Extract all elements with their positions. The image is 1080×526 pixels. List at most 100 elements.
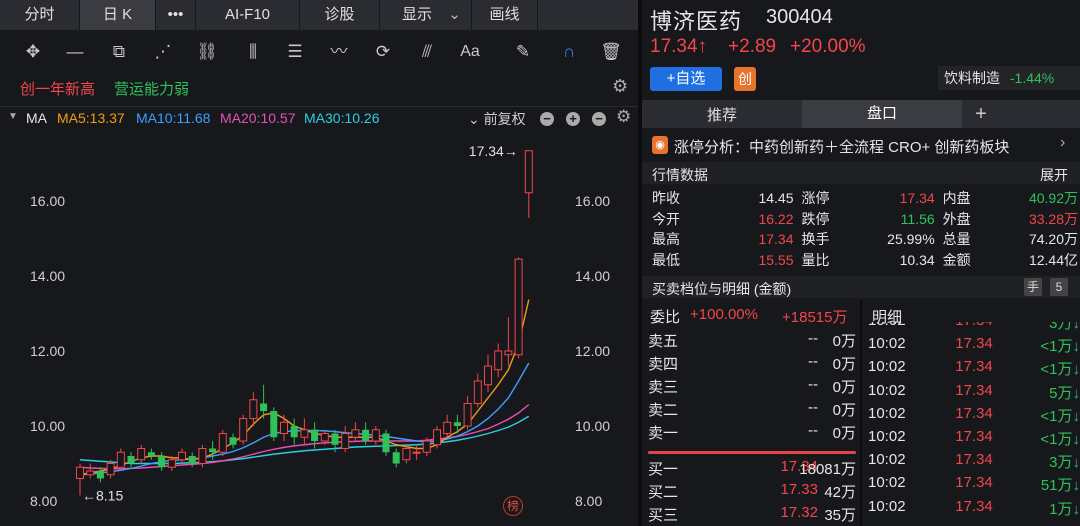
detail-time: 10:02 — [868, 451, 906, 469]
ma30-value: MA30:10.26 — [304, 110, 380, 126]
candle-body — [239, 418, 248, 442]
magnet-icon[interactable]: ∩ — [554, 40, 584, 64]
quote-value: 15.55 — [758, 251, 794, 268]
adjust-dropdown[interactable]: ⌄ 前复权 — [468, 109, 526, 129]
fan-tool-icon[interactable]: ⋰ — [148, 40, 178, 64]
y-tick-right: 16.00 — [575, 193, 610, 209]
limit-up-analysis[interactable]: 涨停分析：中药创新药＋全流程 CRO+ 创新药板块 — [674, 136, 1009, 157]
candle-body — [351, 429, 360, 438]
candle-body — [290, 426, 298, 438]
level-label: 卖二 — [648, 402, 679, 419]
add-watchlist-button[interactable]: +自选 — [650, 67, 722, 91]
bid-ask-bar — [648, 451, 856, 454]
ratio-label: 委比 — [650, 309, 681, 326]
detail-row: 10:02 17.34 3万↓ — [864, 451, 1080, 474]
orderbook-title: 买卖档位与明细 (金额) — [652, 281, 792, 297]
tab-recommend[interactable]: 推荐 — [642, 104, 802, 125]
period-tabbar: 分时 日 K ••• AI-F10 诊股 显示 ⌄ 画线 — [0, 0, 638, 30]
settings-gear-icon[interactable]: ⚙ — [612, 76, 628, 97]
add-tab-icon[interactable]: + — [962, 103, 1000, 126]
candlestick-chart[interactable]: 16.00 16.00 14.00 14.00 12.00 12.00 10.00 10.00… — [0, 130, 638, 526]
detail-price: 17.34 — [955, 451, 993, 469]
candle-body — [86, 470, 95, 476]
quote-expand[interactable]: 展开 — [1040, 165, 1068, 185]
candle-body — [209, 448, 217, 453]
buy-level-row[interactable]: 买二 17.33 42万 — [642, 481, 860, 504]
chevron-down-icon: ⌄ — [448, 6, 461, 23]
level-amount: 0万 — [832, 402, 856, 419]
quote-table: 昨收 14.45 涨停 17.34 内盘 40.92万 今开 16.22 跌停 11.56 外盘 33… — [642, 188, 1080, 270]
detail-volume: <1万↓ — [1040, 430, 1080, 448]
line-tool-icon[interactable]: — — [60, 40, 90, 64]
sell-level-row[interactable]: 卖一 -- 0万 — [642, 422, 860, 445]
candle-body — [320, 433, 329, 442]
level-label: 卖一 — [648, 425, 679, 442]
detail-row: 10:02 17.34 <1万↓ — [864, 428, 1080, 451]
text-tool-icon[interactable]: Aa — [455, 40, 485, 64]
tab-ai-f10[interactable]: AI-F10 — [196, 0, 300, 30]
crop-tool-icon[interactable]: ⧉ — [104, 40, 134, 64]
sell-level-row[interactable]: 卖二 -- 0万 — [642, 399, 860, 422]
minus-circle-icon-2[interactable]: − — [592, 112, 606, 126]
plus-circle-icon[interactable]: + — [566, 112, 580, 126]
hand-toggle[interactable]: 手 — [1024, 278, 1042, 296]
tab-order-book[interactable]: 盘口 — [802, 100, 962, 128]
tag-new-high[interactable]: 创一年新高 — [20, 78, 95, 99]
ma-settings-gear-icon[interactable]: ⚙ — [616, 107, 631, 127]
candle-body — [463, 403, 472, 427]
quote-value: 40.92万 — [1028, 190, 1078, 207]
trash-icon[interactable]: 🗑 — [596, 40, 626, 64]
sector-name: 饮料制造 — [944, 70, 1000, 86]
quote-value: 17.34 — [758, 231, 794, 248]
candle-body — [484, 365, 492, 386]
tab-daily-k[interactable]: 日 K — [80, 0, 156, 30]
buy-level-row[interactable]: 买一 17.34 18081万 — [642, 458, 860, 481]
more-menu-icon[interactable]: ••• — [156, 0, 196, 30]
sell-level-row[interactable]: 卖四 -- 0万 — [642, 353, 860, 376]
candle-body — [188, 456, 196, 464]
display-dropdown[interactable]: 显示 ⌄ — [380, 0, 472, 30]
bars-tool-icon[interactable]: ⫼ — [238, 40, 268, 64]
fib-tool-icon[interactable]: ☰ — [280, 40, 310, 64]
trade-detail-list[interactable]: 10:02 17.34 3万↓ 10:02 17.34 <1万↓ 10:02 17.34 <1万… — [864, 322, 1080, 526]
crosshair-icon[interactable]: ✥ — [18, 40, 48, 64]
detail-time: 10:02 — [868, 358, 906, 376]
quote-value: 14.45 — [758, 190, 794, 207]
chevron-right-icon[interactable]: › — [1060, 134, 1065, 152]
detail-volume: <1万↓ — [1040, 338, 1080, 356]
detail-price: 17.34 — [955, 474, 993, 492]
rank-badge-icon[interactable]: 榜 — [503, 496, 523, 516]
minus-circle-icon[interactable]: − — [540, 112, 554, 126]
y-tick-left: 10.00 — [30, 418, 65, 434]
sector-chip[interactable]: 饮料制造 -1.44% — [938, 66, 1080, 90]
detail-price: 17.34 — [955, 358, 993, 376]
y-tick-left: 14.00 — [30, 268, 65, 284]
quote-label: 金额 — [942, 251, 971, 268]
wave-tool-icon[interactable]: 〰 — [324, 40, 354, 64]
gann-tool-icon[interactable]: ⫻ — [412, 40, 442, 64]
tag-weak-operation[interactable]: 营运能力弱 — [114, 78, 189, 99]
levels-toggle[interactable]: 5 — [1050, 278, 1068, 296]
collapse-arrow-icon[interactable]: ▼ — [8, 111, 18, 122]
y-tick-right: 14.00 — [575, 268, 610, 284]
cycle-tool-icon[interactable]: ⟳ — [368, 40, 398, 64]
buy-level-row[interactable]: 买三 17.32 35万 — [642, 504, 860, 526]
quote-label: 今开 — [652, 210, 680, 227]
detail-volume: 3万↓ — [1049, 322, 1080, 332]
tab-intraday[interactable]: 分时 — [0, 0, 80, 30]
level-amount: 42万 — [824, 484, 856, 501]
quote-value: 12.44亿 — [1028, 251, 1078, 268]
tab-diagnose[interactable]: 诊股 — [300, 0, 380, 30]
detail-volume: <1万↓ — [1040, 407, 1080, 425]
detail-time: 10:02 — [868, 381, 906, 399]
link-tool-icon[interactable]: ⛓ — [192, 40, 222, 64]
sell-level-row[interactable]: 卖三 -- 0万 — [642, 376, 860, 399]
detail-price: 17.34 — [955, 404, 993, 422]
tab-draw-line[interactable]: 画线 — [472, 0, 538, 30]
quote-row: 今开 16.22 跌停 11.56 外盘 33.28万 — [642, 209, 1080, 230]
sell-level-row[interactable]: 卖五 -- 0万 — [642, 330, 860, 353]
candle-body — [106, 463, 115, 476]
pen-icon[interactable]: ✎ — [508, 40, 538, 64]
quote-row: 最低 15.55 量比 10.34 金额 12.44亿 — [642, 250, 1080, 271]
detail-row: 10:02 17.34 3万↓ — [864, 322, 1080, 335]
